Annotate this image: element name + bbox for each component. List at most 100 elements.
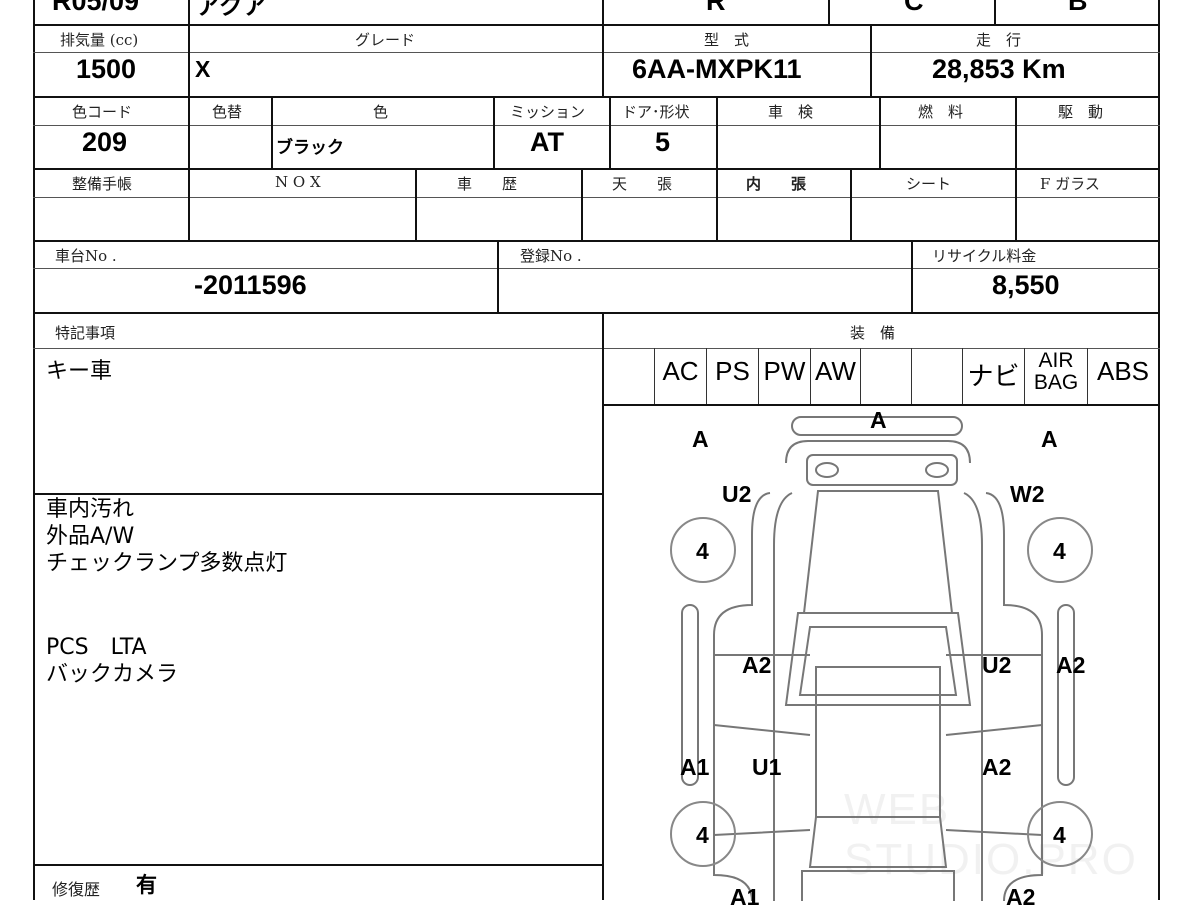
door-shape-label: ドア･形状 [622,103,690,121]
drive-label: 駆 動 [1058,103,1104,121]
rule [911,240,913,312]
rule [1015,168,1017,240]
equipment-item-aw: AW [815,356,856,386]
mileage-label: 走 行 [976,31,1022,49]
rule [33,493,603,495]
mileage-value: 28,853 Km [932,54,1066,84]
repair-history-label: 修復歴 [52,880,101,899]
rule [716,168,718,240]
displacement-value: 1500 [76,54,137,84]
rule [33,864,603,866]
rule [994,0,996,24]
rule [33,125,1160,126]
damage-mark: A [1041,426,1058,452]
rule [188,0,190,24]
service-book-label: 整備手帳 [72,175,133,193]
remarks-label: 特記事項 [55,324,116,342]
rule [33,240,1160,242]
equipment-item-navi: ナビ [967,361,1020,391]
damage-mark: U2 [722,481,752,507]
color-code-label: 色コード [72,103,133,121]
damage-mark: A2 [742,652,772,678]
rule [602,0,604,24]
equipment-item-ac: AC [662,356,699,386]
repair-history-value: 有 [136,874,157,897]
rule [716,96,718,168]
damage-mark: 4 [1053,538,1066,564]
grade-label: グレード [355,31,416,49]
color-change-label: 色替 [212,103,243,121]
equipment-label: 装 備 [850,324,896,342]
rule [33,348,1160,349]
rule [33,312,1160,314]
color-value: ブラック [276,138,344,157]
transmission-label: ミッション [510,103,586,121]
grade-c: C [904,0,924,16]
equipment-item-airbag: AIR BAG [1033,349,1079,394]
doors-value: 5 [655,127,671,157]
remark-line: キー車 [46,359,113,384]
color-code-value: 209 [82,127,128,157]
remark-line: PCS LTA [46,635,147,660]
rule [415,168,417,240]
rule [497,240,499,312]
rule [271,96,273,168]
rule [188,168,190,240]
rule [879,96,881,168]
frame-left [33,0,35,900]
damage-mark: A2 [982,754,1012,780]
interior-label: 内 張 [746,175,807,193]
rule [828,0,830,24]
recycle-fee-label: リサイクル料金 [932,247,1037,265]
recycle-fee-value: 8,550 [992,270,1060,300]
rule [33,24,1160,26]
damage-mark: 4 [696,822,709,848]
chassis-no-value: -2011596 [194,270,307,300]
rule [188,24,190,96]
rule [860,348,861,404]
damage-mark: U2 [982,652,1012,678]
model-code-label: 型 式 [704,31,750,49]
model-name: アクア [196,0,267,20]
grade-r: R [706,0,726,16]
f-glass-label: F ガラス [1040,175,1100,193]
damage-mark: A2 [1056,652,1086,678]
displacement-label: 排気量 (cc) [60,31,139,49]
grade-value: X [195,56,211,82]
damage-mark: W2 [1010,481,1045,507]
rule [911,348,912,404]
rule [850,168,852,240]
history-label: 車 歴 [457,175,518,193]
damage-mark: 4 [696,538,709,564]
watermark: WEB STUDIO.PRO [844,785,1138,884]
registration-no-label: 登録No . [520,247,582,265]
damage-mark: A [692,426,709,452]
rule [1024,348,1025,404]
headliner-label: 天 張 [612,175,673,193]
model-code-value: 6AA-MXPK11 [632,54,802,84]
equipment-item-abs: ABS [1096,356,1150,386]
equipment-item-ps: PS [715,356,750,386]
grade-b: B [1068,0,1088,16]
remark-line: 外品A/W [46,524,135,549]
damage-mark: A1 [730,884,760,910]
damage-mark: U1 [752,754,782,780]
fuel-label: 燃 料 [918,103,964,121]
rule [870,24,872,96]
damage-mark: A [870,407,887,433]
rule [33,168,1160,170]
auction-date: R05/09 [52,0,140,16]
damage-mark: A1 [680,754,710,780]
rule [602,24,604,96]
rule [33,197,1160,198]
transmission-value: AT [530,127,564,157]
rule [33,96,1160,98]
rule [33,268,1160,269]
rule [609,96,611,168]
remark-line: バックカメラ [46,662,179,687]
rule [1015,96,1017,168]
rule [493,96,495,168]
remark-line: チェックランプ多数点灯 [46,551,288,576]
damage-mark: A2 [1006,884,1036,910]
rule [188,96,190,168]
